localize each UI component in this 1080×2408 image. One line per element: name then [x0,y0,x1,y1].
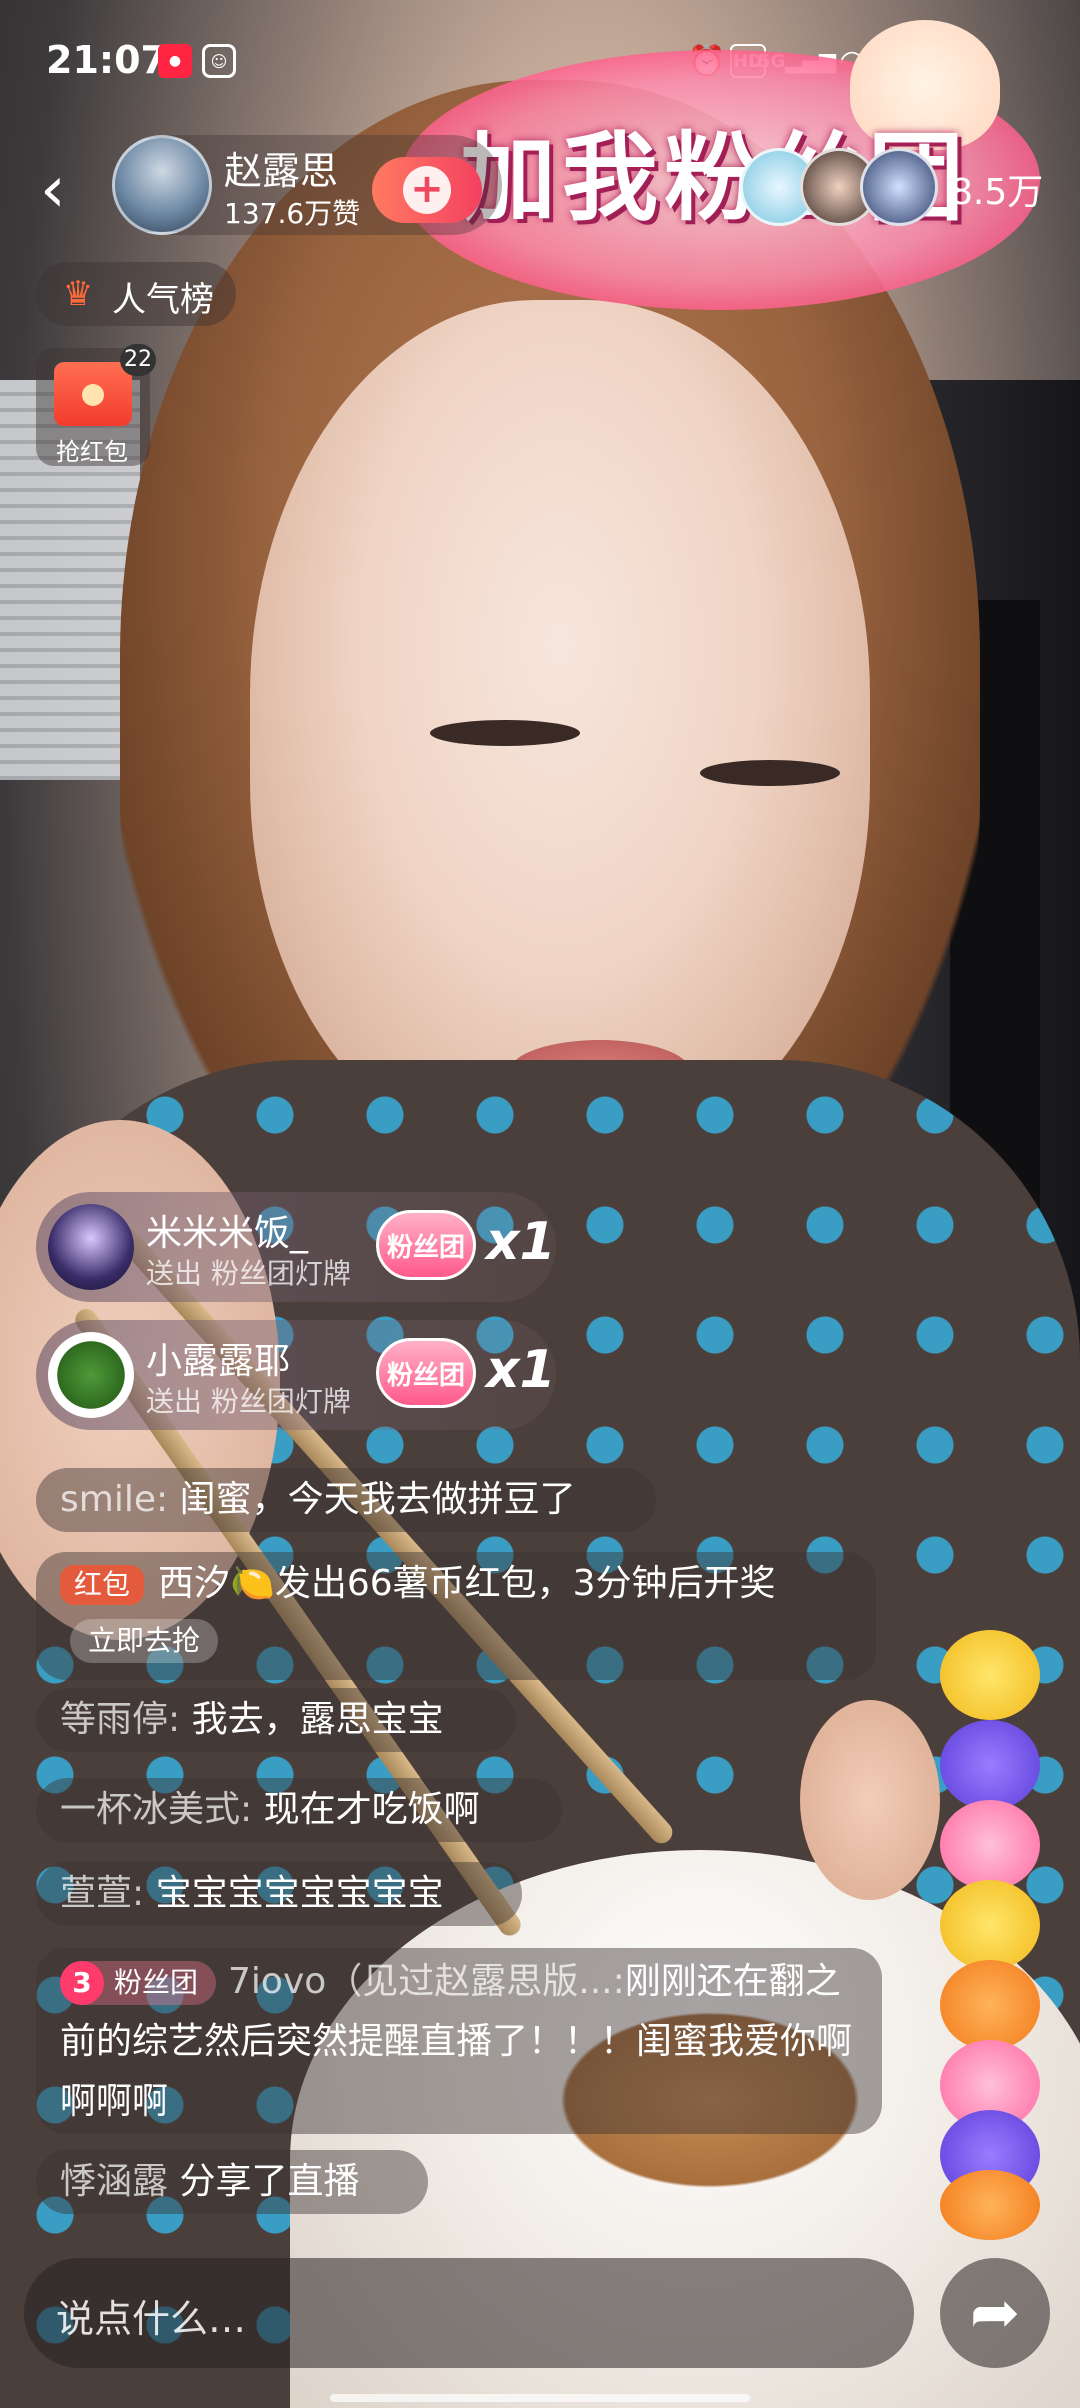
red-packet-tag: 红包 [60,1565,145,1605]
comment-text: 我去，露思宝宝 [191,1699,444,1740]
streamer-eye-left [430,720,580,746]
comment-user: smile: [60,1479,169,1520]
viewer-count[interactable]: 8.5万 [950,163,1043,215]
gift-notification: 小露露耶 送出 粉丝团灯牌 粉丝团 x1 [36,1320,556,1430]
flower-mascot-icon [940,2170,1040,2240]
comment-text: 分享了直播 [179,2161,360,2202]
gift-user-avatar[interactable] [48,1332,134,1418]
comment-text: 宝宝宝宝宝宝宝宝 [155,1873,444,1914]
comment-item[interactable]: smile: 闺蜜，今天我去做拼豆了 [36,1468,656,1532]
back-icon[interactable]: ‹ [40,155,80,225]
purple-mascot-icon [940,1720,1040,1810]
share-icon[interactable]: ➦ [940,2258,1050,2368]
red-packet-comment[interactable]: 红包 西汐🍋发出66薯币红包，3分钟后开奖立即去抢 [36,1552,876,1680]
gift-notification: 米米米饭_ 送出 粉丝团灯牌 粉丝团 x1 [36,1192,556,1302]
comment-user: 等雨停: [60,1699,181,1740]
gift-user-avatar[interactable] [48,1204,134,1290]
flower-mascot-icon [940,1960,1040,2050]
app-icon: ☺ [202,44,236,78]
fan-level-badge: 3 [60,1961,104,2005]
share-notification: 悸涵露 分享了直播 [36,2150,428,2214]
viewer-avatar[interactable] [860,148,938,226]
red-packet-label: 抢红包 [56,438,128,466]
gift-count: x1 [486,1212,556,1272]
host-likes: 137.6万赞 [224,197,361,230]
grab-now-button[interactable]: 立即去抢 [70,1619,219,1663]
crown-icon: ♛ [62,274,94,314]
comment-user: 一杯冰美式: [60,1789,253,1830]
comment-text: 现在才吃饭啊 [263,1789,480,1830]
streamer-thumb [800,1700,940,1900]
gift-action: 送出 粉丝团灯牌 [146,1385,351,1418]
comment-user: 7iovo（见过赵露思版...: [228,1961,625,2002]
comment-text: 西汐🍋发出66薯币红包，3分钟后开奖 [158,1563,776,1604]
plus-icon: + [403,166,451,214]
gift-user-name: 米米米饭_ [146,1213,309,1254]
status-time: 21:07 [46,38,167,82]
gift-count: x1 [486,1340,556,1400]
red-packet-seal [82,384,104,406]
comment-user: 萱萱: [60,1873,145,1914]
comment-text: 闺蜜，今天我去做拼豆了 [179,1479,576,1520]
streamer-eye-right [700,760,840,786]
popularity-label: 人气榜 [112,280,214,320]
follow-button[interactable]: + [372,157,482,223]
home-indicator[interactable] [330,2394,750,2402]
comment-input-placeholder: 说点什么… [56,2297,247,2341]
gift-action: 送出 粉丝团灯牌 [146,1257,351,1290]
fan-club-tag: 3 粉丝团 [60,1961,217,2005]
fan-lamp-gift-icon: 粉丝团 [376,1210,476,1280]
xiaohongshu-icon: ● [158,44,192,78]
fan-comment-item[interactable]: 3 粉丝团 7iovo（见过赵露思版...:刚刚还在翻之前的综艺然后突然提醒直播了！… [36,1948,882,2134]
like-animation [930,1630,1040,2240]
viewer-avatars[interactable] [740,148,940,228]
comment-item[interactable]: 一杯冰美式: 现在才吃饭啊 [36,1778,562,1842]
host-avatar[interactable] [112,135,212,235]
star-mascot-icon [940,1880,1040,1970]
comment-item[interactable]: 萱萱: 宝宝宝宝宝宝宝宝 [36,1862,522,1926]
fan-lamp-gift-icon: 粉丝团 [376,1338,476,1408]
star-mascot-icon [940,1630,1040,1720]
comment-user: 悸涵露 [60,2161,169,2202]
fan-club-label: 粉丝团 [114,1966,199,1999]
gift-user-name: 小露露耶 [146,1341,291,1382]
red-packet-count: 22 [120,344,156,376]
heart-mascot-icon [940,1800,1040,1890]
host-name: 赵露思 [224,149,339,193]
comment-item[interactable]: 等雨停: 我去，露思宝宝 [36,1688,516,1752]
